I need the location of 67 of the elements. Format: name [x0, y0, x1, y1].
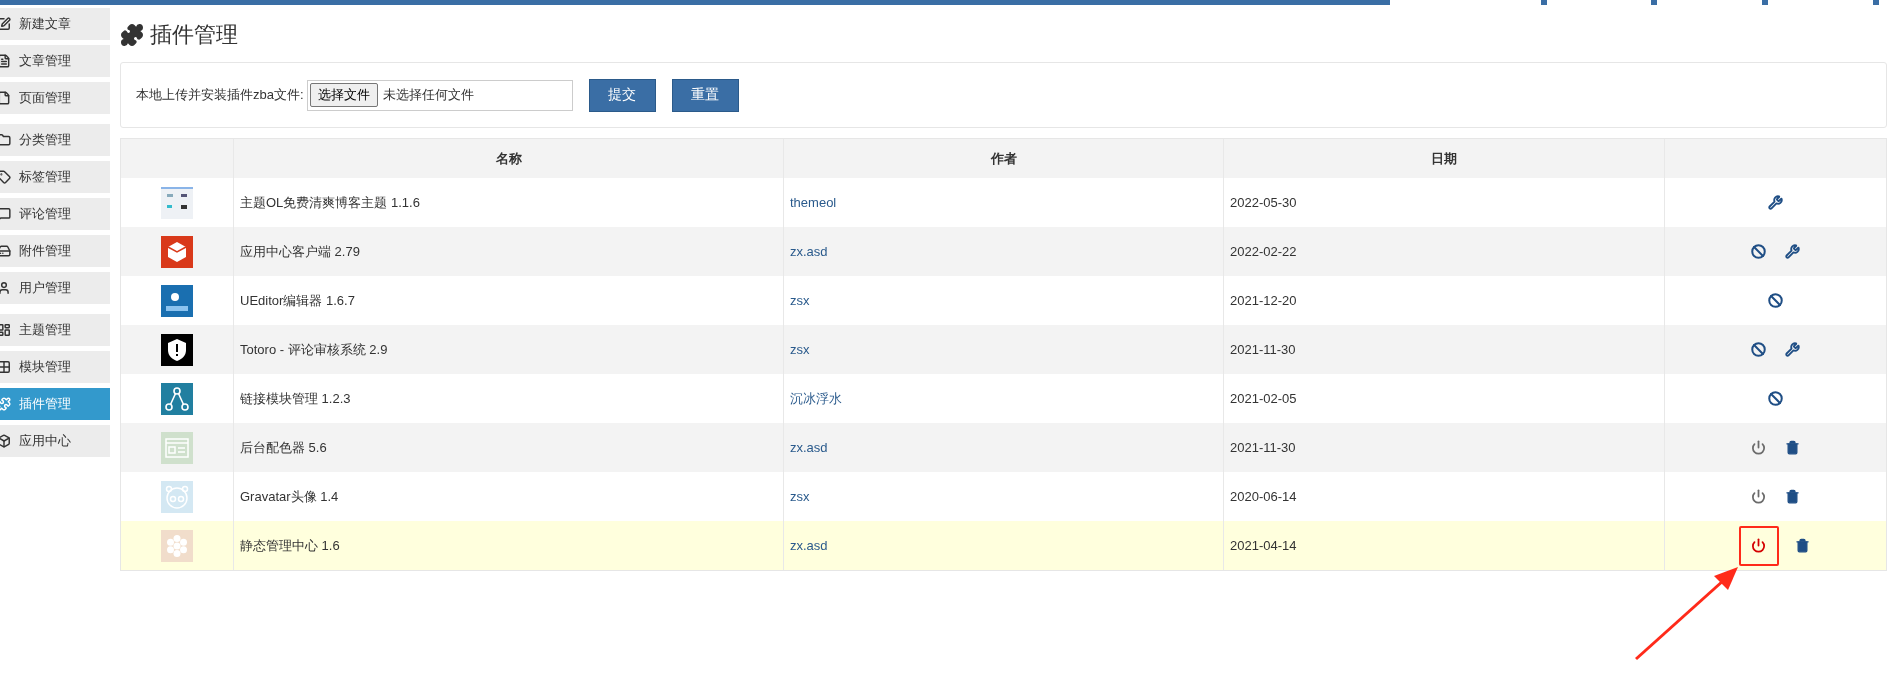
file-status: 未选择任何文件 — [382, 86, 474, 104]
submit-button[interactable]: 提交 — [588, 78, 656, 112]
menu-item-icon — [0, 281, 11, 295]
disable-button[interactable] — [1748, 339, 1769, 360]
sidebar-item[interactable]: 分类管理 — [0, 124, 110, 156]
panel-logo-icon — [161, 431, 193, 464]
menu-item-icon — [0, 54, 11, 68]
menu-item-icon — [0, 244, 11, 258]
sidebar-item[interactable]: 新建文章 — [0, 8, 110, 40]
wrench-icon — [1768, 195, 1783, 210]
menu-item-icon — [0, 360, 11, 374]
disable-button[interactable] — [1765, 290, 1786, 311]
menu-item-icon — [0, 434, 11, 448]
disable-button[interactable] — [1748, 241, 1769, 262]
ban-icon — [1768, 293, 1783, 308]
tab-marker — [1651, 0, 1657, 5]
menu-item-icon — [0, 91, 11, 105]
page-title: 插件管理 — [150, 20, 238, 49]
sidebar-item[interactable]: 文章管理 — [0, 45, 110, 77]
shield-logo-icon — [161, 333, 193, 366]
sidebar-item[interactable]: 用户管理 — [0, 272, 110, 304]
enable-button[interactable] — [1738, 525, 1779, 566]
choose-file-button[interactable]: 选择文件 — [309, 83, 378, 107]
editor-logo-icon — [161, 284, 193, 317]
ban-icon — [1768, 391, 1783, 406]
power-icon — [1751, 440, 1766, 455]
sidebar-item[interactable]: 模块管理 — [0, 351, 110, 383]
puzzle-icon — [120, 22, 144, 47]
sidebar-item[interactable]: 主题管理 — [0, 314, 110, 346]
menu-item-icon — [0, 170, 11, 184]
wrench-icon — [1785, 244, 1800, 259]
reset-button[interactable]: 重置 — [671, 78, 739, 112]
sidebar-item[interactable]: 应用中心 — [0, 425, 110, 457]
plugin-name: 静态管理中心 1.6 — [233, 521, 783, 570]
menu-item-icon — [0, 397, 11, 411]
tab-marker — [1541, 0, 1547, 5]
cube-logo-icon — [161, 235, 193, 268]
ban-icon — [1751, 342, 1766, 357]
menu-item-icon — [0, 207, 11, 221]
sidebar-item[interactable]: 标签管理 — [0, 161, 110, 193]
sidebar-item[interactable]: 页面管理 — [0, 82, 110, 114]
tab-marker — [1762, 0, 1768, 5]
wrench-icon — [1785, 342, 1800, 357]
power-icon — [1751, 538, 1766, 553]
menu-item-icon — [0, 133, 11, 147]
trash-icon — [1785, 440, 1800, 455]
disable-button[interactable] — [1765, 388, 1786, 409]
menu-item-icon — [0, 17, 11, 31]
network-logo-icon — [161, 382, 193, 415]
settings-button[interactable] — [1765, 192, 1786, 213]
file-input[interactable]: 选择文件 未选择任何文件 — [306, 79, 573, 111]
sidebar-item[interactable]: 评论管理 — [0, 198, 110, 230]
settings-button[interactable] — [1782, 241, 1803, 262]
ban-icon — [1751, 244, 1766, 259]
tab-marker — [1873, 0, 1879, 5]
date-cell: 2021-04-14 — [1223, 521, 1664, 570]
power-icon — [1751, 489, 1766, 504]
trash-icon — [1785, 489, 1800, 504]
sidebar-item[interactable]: 附件管理 — [0, 235, 110, 267]
settings-button[interactable] — [1782, 339, 1803, 360]
author-link[interactable]: zx.asd — [783, 521, 1223, 570]
trash-icon — [1795, 538, 1810, 553]
hexagon-logo-icon — [161, 529, 193, 562]
menu-item-icon — [0, 323, 11, 337]
panda-logo-icon — [161, 480, 193, 513]
upload-label: 本地上传并安装插件zba文件: — [136, 86, 304, 104]
theme-thumbnail-icon — [161, 186, 193, 219]
